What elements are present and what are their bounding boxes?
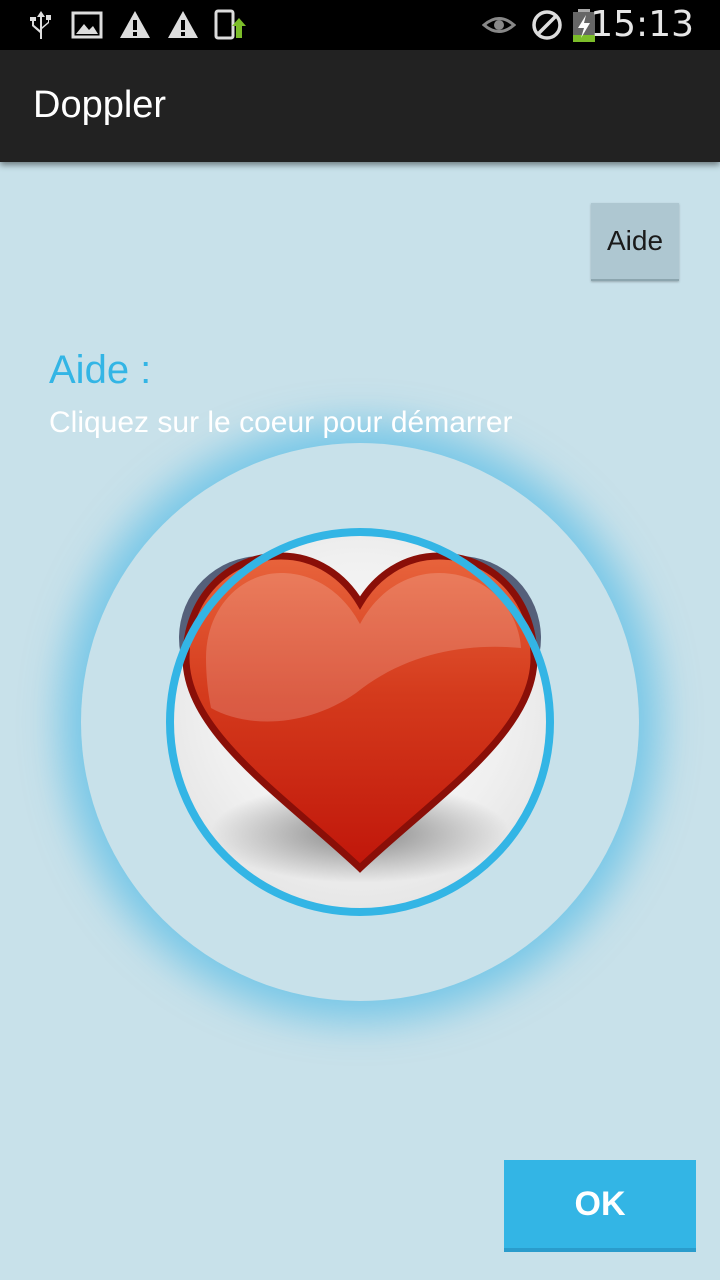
warning-icon — [120, 11, 150, 38]
help-title: Aide : — [49, 348, 152, 392]
phone-update-icon — [214, 9, 246, 40]
heart-icon — [166, 528, 554, 916]
aide-button[interactable]: Aide — [591, 203, 679, 281]
action-bar: Doppler — [0, 50, 720, 162]
clock: 15:13 — [590, 4, 694, 45]
no-sign-icon — [532, 10, 562, 40]
help-text: Cliquez sur le coeur pour démarrer — [49, 406, 513, 439]
eye-icon — [482, 17, 516, 33]
status-bar: 15:13 — [0, 0, 720, 50]
usb-icon — [30, 11, 51, 39]
warning-icon — [168, 11, 198, 38]
heart-start-button[interactable] — [166, 528, 554, 916]
ok-button[interactable]: OK — [504, 1160, 696, 1252]
image-icon — [71, 11, 103, 39]
app-title: Doppler — [33, 84, 167, 126]
